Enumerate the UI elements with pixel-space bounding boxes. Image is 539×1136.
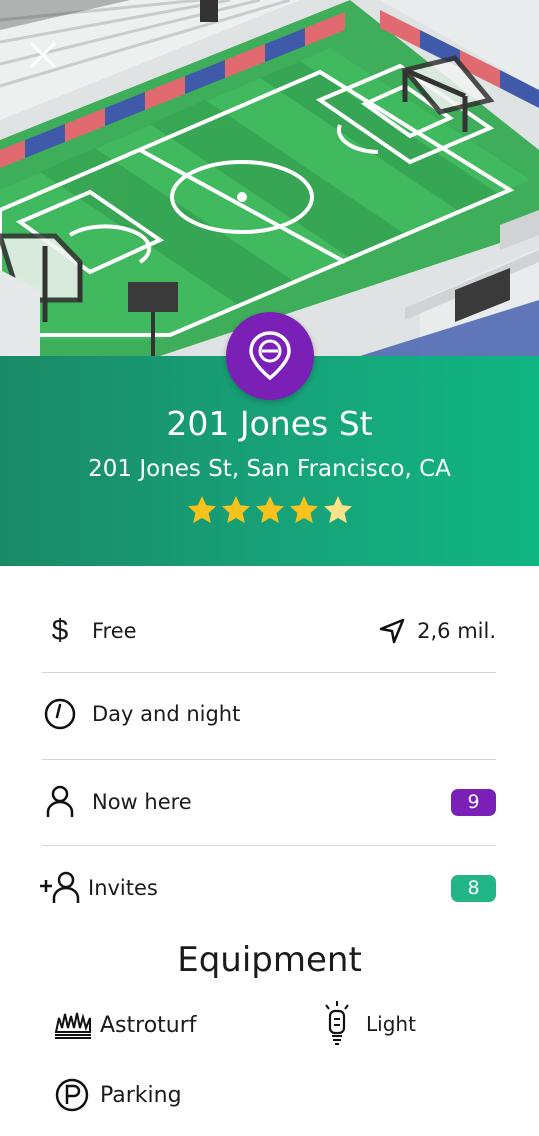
equipment-label: Astroturf: [100, 1012, 197, 1038]
venue-hero-image: [0, 0, 539, 356]
lightbulb-icon: [325, 1001, 349, 1045]
grass-icon: [54, 1012, 91, 1039]
star-icon: [323, 496, 352, 523]
person-icon: [46, 785, 74, 817]
map-pin-icon: [249, 331, 291, 381]
parking-icon: [55, 1078, 89, 1112]
close-button[interactable]: [26, 38, 60, 72]
add-person-icon: [40, 871, 80, 903]
price-label: Free: [92, 619, 137, 643]
invites-row[interactable]: Invites 8: [40, 858, 496, 918]
invites-label: Invites: [88, 876, 158, 900]
equipment-item-astroturf: Astroturf: [54, 1010, 197, 1040]
invites-count-badge: 8: [451, 874, 496, 902]
venue-address: 201 Jones St, San Francisco, CA: [88, 456, 451, 482]
hours-row: Day and night: [42, 684, 496, 744]
divider: [42, 845, 496, 846]
distance-indicator: 2,6 mil.: [379, 618, 496, 644]
distance-value: 2,6 mil.: [417, 619, 496, 643]
price-row: $ Free 2,6 mil.: [42, 601, 496, 661]
equipment-item-light: Light: [322, 1000, 416, 1048]
equipment-section-title: Equipment: [177, 940, 362, 980]
clock-icon: [44, 698, 76, 730]
navigation-arrow-icon: [379, 618, 405, 644]
now-here-row[interactable]: Now here 9: [42, 772, 496, 832]
rating-stars: [0, 494, 539, 526]
equipment-label: Parking: [100, 1082, 182, 1108]
hours-label: Day and night: [92, 702, 241, 726]
now-here-label: Now here: [92, 790, 192, 814]
close-icon: [30, 42, 56, 68]
star-icon: [221, 496, 250, 523]
divider: [42, 759, 496, 760]
dollar-icon: $: [51, 614, 69, 647]
location-pin-badge: [226, 312, 314, 400]
venue-name: 201 Jones St: [166, 404, 373, 443]
star-icon: [255, 496, 284, 523]
star-icon: [187, 496, 216, 523]
divider: [42, 672, 496, 673]
equipment-item-parking: Parking: [54, 1077, 182, 1113]
equipment-label: Light: [366, 1012, 416, 1036]
now-here-count-badge: 9: [451, 788, 496, 816]
star-icon: [289, 496, 318, 523]
